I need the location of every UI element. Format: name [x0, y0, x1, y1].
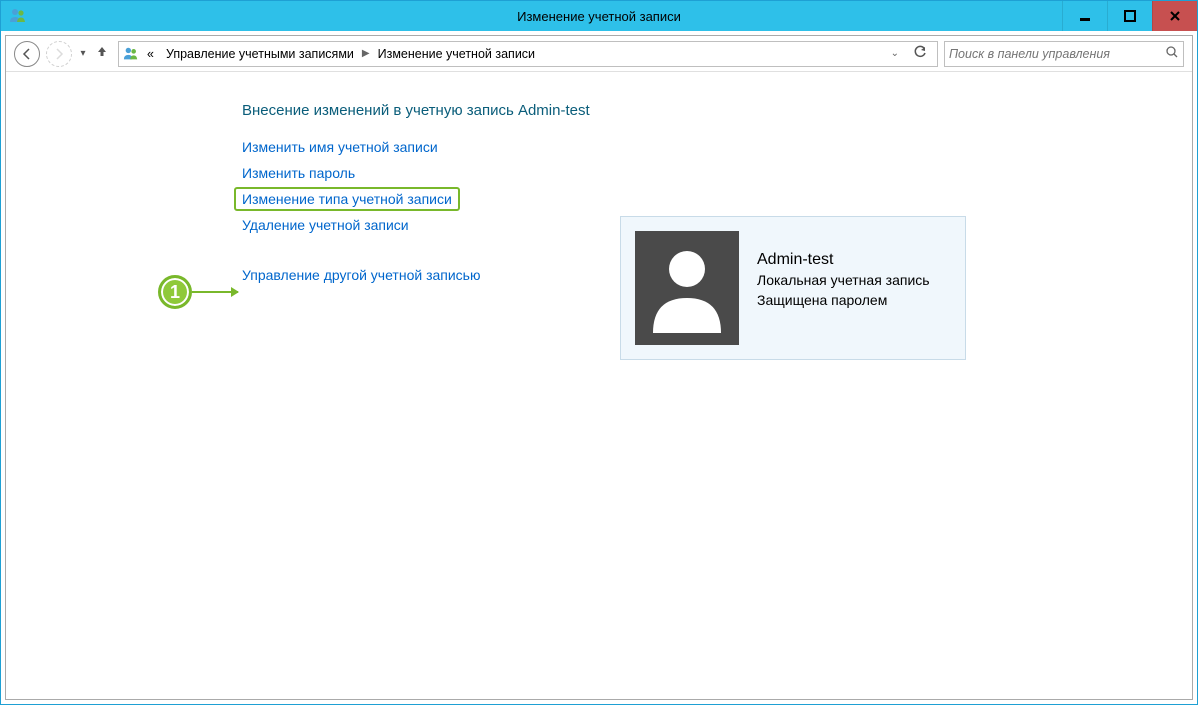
forward-button [46, 41, 72, 67]
link-delete-account[interactable]: Удаление учетной записи [242, 217, 409, 233]
window-frame: Изменение учетной записи ▾ [0, 0, 1198, 705]
link-change-type[interactable]: Изменение типа учетной записи [234, 187, 460, 211]
search-icon[interactable] [1165, 45, 1179, 62]
search-box[interactable] [944, 41, 1184, 67]
close-button[interactable] [1152, 1, 1197, 31]
account-name: Admin-test [757, 249, 930, 271]
account-type: Локальная учетная запись [757, 271, 930, 291]
page-heading: Внесение изменений в учетную запись Admi… [242, 102, 1172, 119]
breadcrumb-part1[interactable]: Управление учетными записями [162, 47, 358, 61]
account-protection: Защищена паролем [757, 291, 930, 311]
titlebar: Изменение учетной записи [1, 1, 1197, 31]
breadcrumb-prefix[interactable]: « [143, 47, 158, 61]
maximize-button[interactable] [1107, 1, 1152, 31]
up-button[interactable] [92, 44, 112, 63]
avatar [635, 231, 739, 345]
window-title: Изменение учетной записи [517, 9, 681, 24]
window-controls [1062, 1, 1197, 31]
account-card: Admin-test Локальная учетная запись Защи… [620, 216, 966, 360]
breadcrumb[interactable]: « Управление учетными записями ▶ Изменен… [118, 41, 938, 67]
navbar: ▾ « Управление учетными записями ▶ Измен… [6, 36, 1192, 72]
annotation-badge: 1 [158, 275, 192, 309]
link-change-password[interactable]: Изменить пароль [242, 165, 355, 181]
page-body: Внесение изменений в учетную запись Admi… [6, 72, 1192, 699]
users-icon [123, 46, 139, 62]
annotation-marker: 1 [158, 275, 238, 309]
link-manage-other[interactable]: Управление другой учетной записью [242, 267, 480, 283]
breadcrumb-part2[interactable]: Изменение учетной записи [374, 47, 539, 61]
history-dropdown[interactable]: ▾ [76, 48, 90, 59]
account-info: Admin-test Локальная учетная запись Защи… [757, 231, 930, 311]
back-button[interactable] [14, 41, 40, 67]
content-frame: ▾ « Управление учетными записями ▶ Измен… [5, 35, 1193, 700]
annotation-arrow-icon [192, 291, 238, 293]
minimize-button[interactable] [1062, 1, 1107, 31]
app-icon [9, 7, 27, 25]
chevron-right-icon: ▶ [362, 48, 370, 59]
search-input[interactable] [949, 47, 1165, 61]
link-change-name[interactable]: Изменить имя учетной записи [242, 139, 438, 155]
refresh-button[interactable] [907, 45, 933, 62]
breadcrumb-dropdown[interactable]: ⌄ [887, 48, 903, 59]
